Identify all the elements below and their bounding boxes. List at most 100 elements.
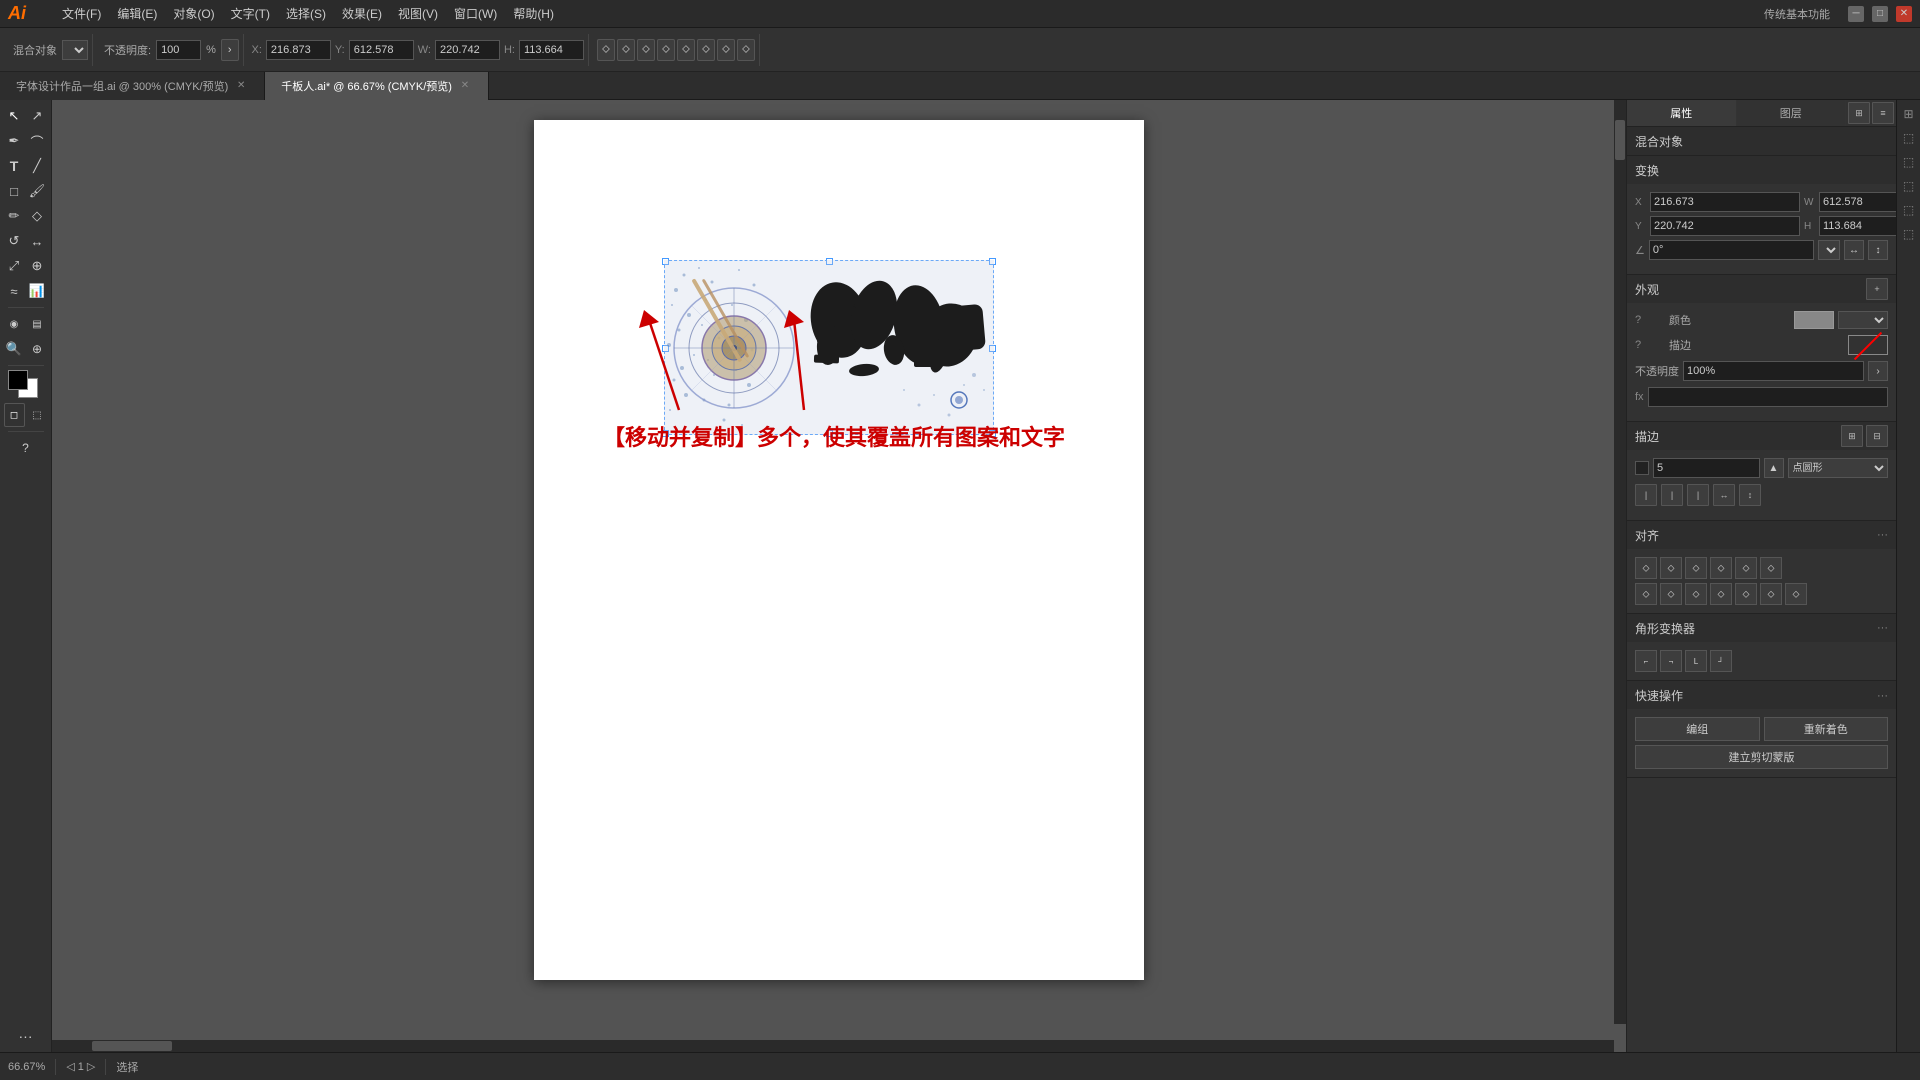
reflect-tool[interactable]: ↔ xyxy=(27,229,48,253)
distribute-right[interactable]: ⬦ xyxy=(1685,583,1707,605)
stroke-profile2[interactable]: ↕ xyxy=(1739,484,1761,506)
stroke-header[interactable]: 描边 ⊞ ⊟ xyxy=(1627,422,1896,450)
rotate-tool[interactable]: ↺ xyxy=(4,229,25,253)
right-icon-1[interactable]: ⊞ xyxy=(1899,104,1919,124)
appearance-header[interactable]: 外观 + xyxy=(1627,275,1896,303)
menu-object[interactable]: 对象(O) xyxy=(165,0,222,28)
quick-actions-header[interactable]: 快速操作 ··· xyxy=(1627,681,1896,709)
menu-help[interactable]: 帮助(H) xyxy=(505,0,562,28)
width-tool[interactable]: ⊕ xyxy=(27,254,48,278)
shaper-tool[interactable]: ◇ xyxy=(27,204,48,228)
blend-mode-select[interactable] xyxy=(62,40,88,60)
column-graph-tool[interactable]: ▤ xyxy=(27,312,48,336)
menu-select[interactable]: 选择(S) xyxy=(278,0,334,28)
opacity-arrow[interactable]: › xyxy=(221,39,239,61)
distribute-btn[interactable]: ⬦ xyxy=(717,39,735,61)
angle-select[interactable] xyxy=(1818,240,1840,260)
next-page-btn[interactable]: ▷ xyxy=(87,1060,95,1073)
blend-header[interactable]: 混合对象 xyxy=(1627,127,1896,155)
pencil-tool[interactable]: ✏ xyxy=(4,204,25,228)
y-input[interactable] xyxy=(349,40,414,60)
right-icon-6[interactable]: ⬚ xyxy=(1899,224,1919,244)
line-tool[interactable]: ╱ xyxy=(27,154,48,178)
edit-btn[interactable]: 编组 xyxy=(1635,717,1760,741)
stroke-profile1[interactable]: ↔ xyxy=(1713,484,1735,506)
question-tool[interactable]: ? xyxy=(4,436,48,460)
right-icon-3[interactable]: ⬚ xyxy=(1899,152,1919,172)
h-scroll-thumb[interactable] xyxy=(92,1041,172,1051)
fill-swatch[interactable] xyxy=(1794,311,1834,329)
w-value-input[interactable] xyxy=(1819,192,1896,212)
graph-tool[interactable]: 📊 xyxy=(27,279,48,303)
selection-tool[interactable]: ↖ xyxy=(4,104,25,128)
corner-header[interactable]: 角形变换器 ··· xyxy=(1627,614,1896,642)
appearance-icon1[interactable]: + xyxy=(1866,278,1888,300)
opacity-input[interactable] xyxy=(156,40,201,60)
right-icon-4[interactable]: ⬚ xyxy=(1899,176,1919,196)
align-center-v[interactable]: ⬦ xyxy=(1735,557,1757,579)
stroke-swatch[interactable] xyxy=(1848,335,1888,355)
x-input[interactable] xyxy=(266,40,331,60)
direct-selection-tool[interactable]: ↗ xyxy=(27,104,48,128)
menu-file[interactable]: 文件(F) xyxy=(54,0,109,28)
menu-effect[interactable]: 效果(E) xyxy=(334,0,390,28)
distribute-left[interactable]: ⬦ xyxy=(1635,583,1657,605)
align-header[interactable]: 对齐 ··· xyxy=(1627,521,1896,549)
stroke-weight-input[interactable] xyxy=(1653,458,1760,478)
distribute-bottom[interactable]: ⬦ xyxy=(1760,583,1782,605)
normal-mode[interactable]: ◻ xyxy=(4,403,25,427)
more-tools[interactable]: ··· xyxy=(4,1024,48,1048)
zoom-tool[interactable]: ⊕ xyxy=(27,337,48,361)
menu-window[interactable]: 窗口(W) xyxy=(446,0,505,28)
window-maximize[interactable]: □ xyxy=(1872,6,1888,22)
x-value-input[interactable] xyxy=(1650,192,1800,212)
panel-icon-2[interactable]: ≡ xyxy=(1872,102,1894,124)
distribute-spacing[interactable]: ⬦ xyxy=(1785,583,1807,605)
canvas-scroll[interactable]: 【移动并复制】多个，使其覆盖所有图案和文字 xyxy=(52,100,1626,1052)
align-middle-btn[interactable]: ⬦ xyxy=(677,39,695,61)
flip-v-btn[interactable]: ↕ xyxy=(1868,240,1888,260)
prev-page-btn[interactable]: ◁ xyxy=(66,1060,74,1073)
opacity-appearance-input[interactable] xyxy=(1683,361,1864,381)
stroke-type-select[interactable]: 点圆形 xyxy=(1788,458,1889,478)
vertical-scrollbar[interactable] xyxy=(1614,100,1626,1024)
tab-properties[interactable]: 属性 xyxy=(1627,100,1737,126)
scale-tool[interactable]: ⤢ xyxy=(4,254,25,278)
canvas-area[interactable]: 【移动并复制】多个，使其覆盖所有图案和文字 xyxy=(52,100,1626,1052)
right-icon-5[interactable]: ⬚ xyxy=(1899,200,1919,220)
distribute-center-h[interactable]: ⬦ xyxy=(1660,583,1682,605)
text-tool[interactable]: T xyxy=(4,154,25,178)
stroke-align-center[interactable]: | xyxy=(1661,484,1683,506)
stroke-weight-up[interactable]: ▲ xyxy=(1764,458,1784,478)
fill-select[interactable] xyxy=(1838,311,1888,329)
align-center-btn[interactable]: ⬦ xyxy=(617,39,635,61)
panel-icon-1[interactable]: ⊞ xyxy=(1848,102,1870,124)
distribute2-btn[interactable]: ⬦ xyxy=(737,39,755,61)
stroke-align-left[interactable]: | xyxy=(1635,484,1657,506)
fx-input[interactable] xyxy=(1648,387,1888,407)
align-bottom[interactable]: ⬦ xyxy=(1760,557,1782,579)
align-bottom-btn[interactable]: ⬦ xyxy=(697,39,715,61)
rectangle-tool[interactable]: □ xyxy=(4,179,25,203)
corner-round-bl[interactable]: L xyxy=(1685,650,1707,672)
eyedropper-tool[interactable]: 🔍 xyxy=(4,337,25,361)
screen-mode[interactable]: ⬚ xyxy=(27,403,48,427)
stroke-icon2[interactable]: ⊟ xyxy=(1866,425,1888,447)
paintbrush-tool[interactable]: 🖌 xyxy=(27,179,48,203)
align-top[interactable]: ⬦ xyxy=(1710,557,1732,579)
warp-tool[interactable]: ≈ xyxy=(4,279,25,303)
mask-btn[interactable]: 建立剪切蒙版 xyxy=(1635,745,1888,769)
corner-round-tl[interactable]: ⌐ xyxy=(1635,650,1657,672)
stroke-align-right[interactable]: | xyxy=(1687,484,1709,506)
window-close[interactable]: ✕ xyxy=(1896,6,1912,22)
distribute-top[interactable]: ⬦ xyxy=(1710,583,1732,605)
right-icon-2[interactable]: ⬚ xyxy=(1899,128,1919,148)
tab2-close[interactable]: ✕ xyxy=(458,79,472,93)
window-minimize[interactable]: ─ xyxy=(1848,6,1864,22)
pen-tool[interactable]: ✒ xyxy=(4,129,25,153)
stroke-color-swatch[interactable] xyxy=(1635,461,1649,475)
y-value-input[interactable] xyxy=(1650,216,1800,236)
align-center-h[interactable]: ⬦ xyxy=(1660,557,1682,579)
h-value-input[interactable] xyxy=(1819,216,1896,236)
tab1-close[interactable]: ✕ xyxy=(234,79,248,93)
